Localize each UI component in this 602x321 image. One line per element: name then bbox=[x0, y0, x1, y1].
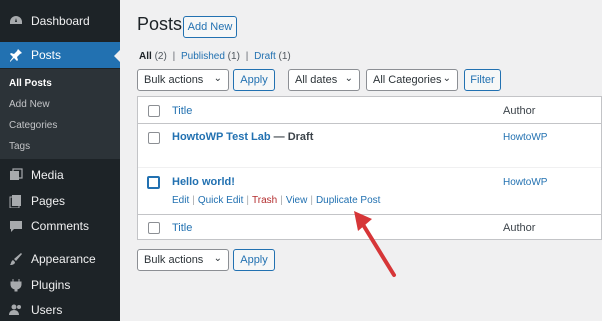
bulk-actions-value: Bulk actions bbox=[144, 74, 204, 86]
menu-posts[interactable]: Posts bbox=[0, 42, 120, 68]
apply-button-bottom[interactable]: Apply bbox=[233, 249, 275, 271]
filter-published-count: (1) bbox=[227, 51, 240, 62]
column-author-footer: Author bbox=[503, 222, 536, 234]
submenu-all-posts[interactable]: All Posts bbox=[9, 78, 52, 89]
chevron-down-icon: ⌄ bbox=[213, 253, 222, 264]
menu-dashboard[interactable]: Dashboard bbox=[0, 8, 120, 34]
status-filter-links: All (2) | Published (1) | Draft (1) bbox=[139, 51, 291, 62]
post-author-link[interactable]: HowtoWP bbox=[503, 132, 547, 143]
menu-dashboard-label: Dashboard bbox=[31, 14, 90, 28]
column-author-header: Author bbox=[503, 105, 536, 117]
select-all-checkbox[interactable] bbox=[148, 105, 160, 117]
submenu-add-new[interactable]: Add New bbox=[9, 99, 50, 110]
comments-icon bbox=[6, 216, 26, 236]
dates-value: All dates bbox=[295, 74, 338, 86]
chevron-down-icon: ⌄ bbox=[442, 73, 451, 84]
post-title-link[interactable]: HowtoWP Test Lab — Draft bbox=[172, 131, 313, 143]
select-all-checkbox-footer[interactable] bbox=[148, 222, 160, 234]
menu-appearance[interactable]: Appearance bbox=[0, 246, 120, 272]
view-link[interactable]: View bbox=[286, 195, 308, 206]
column-title-footer[interactable]: Title bbox=[172, 222, 192, 234]
header-divider bbox=[138, 123, 601, 124]
filter-all[interactable]: All bbox=[139, 51, 152, 62]
edit-link[interactable]: Edit bbox=[172, 195, 189, 206]
categories-select[interactable]: All Categories ⌄ bbox=[366, 69, 458, 91]
column-title-header[interactable]: Title bbox=[172, 105, 192, 117]
menu-media[interactable]: Media bbox=[0, 162, 120, 188]
bulk-actions-select-bottom[interactable]: Bulk actions ⌄ bbox=[137, 249, 229, 271]
filter-draft[interactable]: Draft bbox=[254, 51, 276, 62]
row-checkbox[interactable] bbox=[147, 176, 160, 189]
menu-users[interactable]: Users bbox=[0, 297, 120, 321]
action-separator: | bbox=[280, 195, 283, 206]
menu-pages-label: Pages bbox=[31, 194, 66, 208]
filter-draft-count: (1) bbox=[278, 51, 291, 62]
page-title: Posts bbox=[137, 14, 183, 34]
menu-users-label: Users bbox=[31, 303, 63, 317]
menu-plugins-label: Plugins bbox=[31, 278, 71, 292]
post-title-link[interactable]: Hello world! bbox=[172, 176, 235, 188]
chevron-down-icon: ⌄ bbox=[213, 73, 222, 84]
pin-icon bbox=[6, 45, 26, 65]
action-separator: | bbox=[310, 195, 313, 206]
menu-plugins[interactable]: Plugins bbox=[0, 272, 120, 298]
categories-value: All Categories bbox=[373, 74, 442, 86]
filter-button[interactable]: Filter bbox=[464, 69, 501, 91]
quick-edit-link[interactable]: Quick Edit bbox=[198, 195, 244, 206]
admin-sidebar: Dashboard Posts All Posts Add New Catego… bbox=[0, 0, 120, 321]
submenu-tags[interactable]: Tags bbox=[9, 141, 30, 152]
post-title-text[interactable]: HowtoWP Test Lab bbox=[172, 131, 271, 143]
action-separator: | bbox=[246, 195, 250, 206]
apply-button-top[interactable]: Apply bbox=[233, 69, 275, 91]
brush-icon bbox=[6, 249, 26, 269]
menu-posts-label: Posts bbox=[31, 48, 62, 62]
plugins-icon bbox=[6, 275, 26, 295]
users-icon bbox=[6, 300, 26, 320]
row-checkbox[interactable] bbox=[148, 132, 160, 144]
post-state-label: — Draft bbox=[273, 131, 314, 143]
chevron-down-icon: ⌄ bbox=[344, 73, 353, 84]
filter-separator: | bbox=[245, 51, 249, 62]
dates-select[interactable]: All dates ⌄ bbox=[288, 69, 360, 91]
submenu-categories[interactable]: Categories bbox=[9, 120, 57, 131]
filter-separator: | bbox=[172, 51, 176, 62]
row-divider bbox=[138, 167, 601, 168]
menu-pages[interactable]: Pages bbox=[0, 188, 120, 214]
filter-all-count: (2) bbox=[154, 51, 167, 62]
media-icon bbox=[6, 165, 26, 185]
dashboard-icon bbox=[6, 11, 26, 31]
main-content: Posts Add New All (2) | Published (1) | … bbox=[120, 0, 602, 321]
pages-icon bbox=[6, 191, 26, 211]
menu-appearance-label: Appearance bbox=[31, 252, 96, 266]
posts-submenu: All Posts Add New Categories Tags bbox=[0, 69, 120, 159]
post-author-link[interactable]: HowtoWP bbox=[503, 177, 547, 188]
menu-comments[interactable]: Comments bbox=[0, 213, 120, 239]
bulk-actions-select-top[interactable]: Bulk actions ⌄ bbox=[137, 69, 229, 91]
bulk-actions-value: Bulk actions bbox=[144, 254, 204, 266]
menu-media-label: Media bbox=[31, 168, 64, 182]
add-new-button[interactable]: Add New bbox=[183, 16, 237, 38]
menu-comments-label: Comments bbox=[31, 219, 90, 233]
trash-link[interactable]: Trash bbox=[252, 195, 277, 206]
action-separator: | bbox=[192, 195, 195, 206]
filter-published[interactable]: Published bbox=[181, 51, 225, 62]
red-arrow-annotation bbox=[354, 211, 396, 277]
